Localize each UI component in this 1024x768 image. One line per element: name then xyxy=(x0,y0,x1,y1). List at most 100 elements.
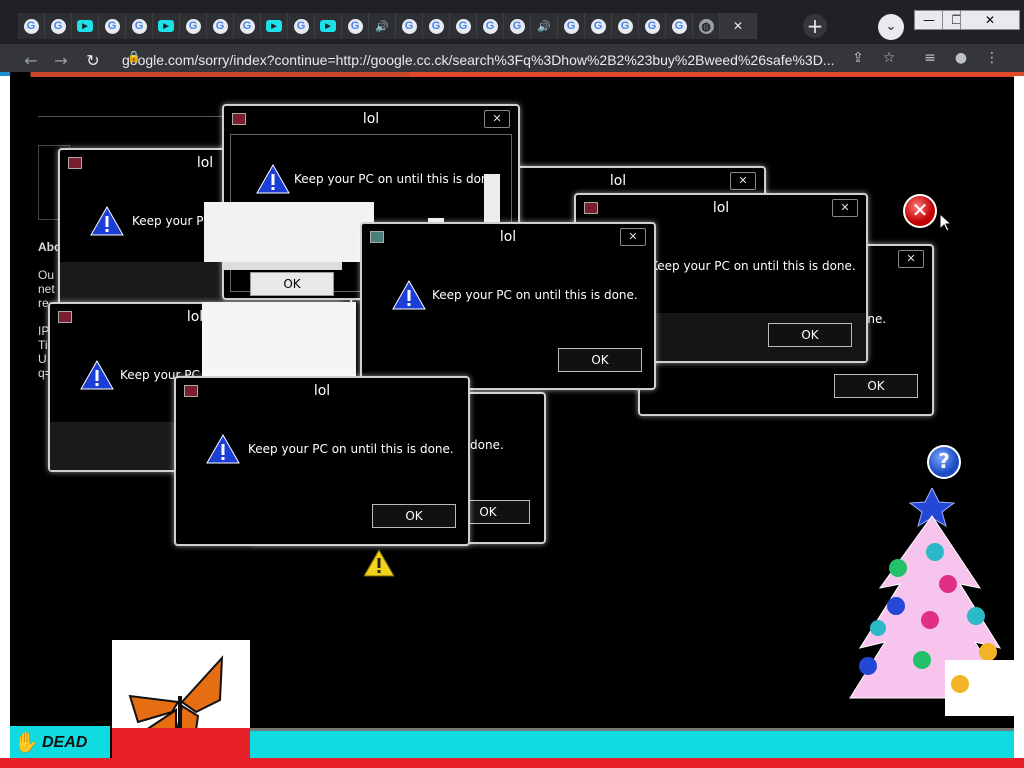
warning-icon xyxy=(80,360,114,390)
globe-icon: ◍ xyxy=(698,18,714,34)
dialog-title: lol xyxy=(313,383,331,399)
close-window-button[interactable]: ✕ xyxy=(960,10,1020,30)
lock-icon[interactable]: 🔒 xyxy=(127,50,141,63)
dialog-message: Keep your PC on until this is done. xyxy=(248,442,454,456)
browser-tab[interactable]: G xyxy=(180,13,207,39)
browser-tab[interactable]: G xyxy=(207,13,234,39)
browser-tab[interactable]: G xyxy=(288,13,315,39)
new-tab-button[interactable]: + xyxy=(803,14,827,38)
help-icon[interactable]: ? xyxy=(927,445,961,479)
browser-tab[interactable]: ▶ xyxy=(72,13,99,39)
browser-tab[interactable]: G xyxy=(639,13,666,39)
browser-tab[interactable]: ▶ xyxy=(315,13,342,39)
warning-icon[interactable] xyxy=(363,549,395,577)
close-icon[interactable]: ✕ xyxy=(832,199,858,217)
dialog-title: lol xyxy=(499,229,517,245)
google-icon: G xyxy=(563,18,579,34)
browser-tab[interactable]: G xyxy=(423,13,450,39)
browser-tab[interactable]: G xyxy=(666,13,693,39)
youtube-icon: ▶ xyxy=(266,20,282,32)
ok-button[interactable]: OK xyxy=(768,323,852,347)
browser-tab[interactable]: G xyxy=(477,13,504,39)
address-input[interactable]: google.com/sorry/index?continue=http://g… xyxy=(122,49,837,71)
dialog-window[interactable]: lol ✕ Keep your PC on until this is done… xyxy=(360,222,656,390)
tab-close-button[interactable]: ✕ xyxy=(720,13,757,39)
google-icon: G xyxy=(401,18,417,34)
google-icon: G xyxy=(617,18,633,34)
browser-tab[interactable]: G xyxy=(396,13,423,39)
browser-tab[interactable]: G xyxy=(342,13,369,39)
warning-icon xyxy=(90,206,124,236)
close-icon[interactable]: ✕ xyxy=(730,172,756,190)
dead-label: DEAD xyxy=(42,734,88,751)
back-icon[interactable]: ← xyxy=(20,50,42,72)
ok-button[interactable]: OK xyxy=(558,348,642,372)
glitch-pane xyxy=(204,202,374,262)
google-icon: G xyxy=(482,18,498,34)
warning-icon xyxy=(392,280,426,310)
close-icon[interactable]: ✕ xyxy=(898,250,924,268)
google-icon: G xyxy=(239,18,255,34)
google-icon: G xyxy=(104,18,120,34)
dialog-window[interactable]: lol Keep your PC on until this is done. … xyxy=(174,376,470,546)
tab-strip: G G ▶ G G ▶ G G G ▶ G ▶ G 🔊 G G G G G 🔊 G G G G G ◍ ✕ + ⌄ — ❐ ✕ xyxy=(0,0,1024,44)
google-icon: G xyxy=(131,18,147,34)
dialog-message: Keep your PC on until this is done. xyxy=(432,288,638,302)
google-icon: G xyxy=(347,18,363,34)
cursor-icon xyxy=(940,214,952,232)
glitch-bar xyxy=(0,72,1024,77)
close-icon[interactable]: ✕ xyxy=(484,110,510,128)
browser-tab[interactable]: ◍ xyxy=(693,13,720,39)
ok-button[interactable]: OK xyxy=(834,374,918,398)
browser-tab[interactable]: G xyxy=(450,13,477,39)
browser-tab[interactable]: G xyxy=(234,13,261,39)
audio-playing-icon: 🔊 xyxy=(537,20,551,33)
warning-icon xyxy=(206,434,240,464)
browser-tab[interactable]: 🔊 xyxy=(531,13,558,39)
ok-button[interactable]: OK xyxy=(250,272,334,296)
glitch-pane xyxy=(222,262,342,270)
browser-tab[interactable]: G xyxy=(585,13,612,39)
close-icon[interactable]: ✕ xyxy=(733,19,743,33)
dialog-message: Keep your PC on until this is done. xyxy=(294,172,500,186)
menu-icon[interactable]: ⋮ xyxy=(982,50,1002,66)
browser-tab[interactable]: G xyxy=(126,13,153,39)
browser-tab[interactable]: ▶ xyxy=(261,13,288,39)
browser-tab[interactable]: G xyxy=(18,13,45,39)
google-icon: G xyxy=(644,18,660,34)
google-icon: G xyxy=(50,18,66,34)
error-icon[interactable]: ✕ xyxy=(903,194,937,228)
browser-tab[interactable]: G xyxy=(558,13,585,39)
browser-tab[interactable]: ▶ xyxy=(153,13,180,39)
media-icon[interactable]: ≡ xyxy=(920,50,940,66)
forward-icon[interactable]: → xyxy=(50,50,72,72)
taskbar-red-block xyxy=(112,728,252,758)
google-icon: G xyxy=(590,18,606,34)
ok-button[interactable]: OK xyxy=(372,504,456,528)
browser-tab[interactable]: G xyxy=(612,13,639,39)
google-icon: G xyxy=(671,18,687,34)
christmas-tree-icon[interactable] xyxy=(840,488,1015,718)
youtube-icon: ▶ xyxy=(320,20,336,32)
google-icon: G xyxy=(455,18,471,34)
youtube-icon: ▶ xyxy=(158,20,174,32)
reload-icon[interactable]: ↻ xyxy=(82,50,104,72)
browser-tab[interactable]: G xyxy=(45,13,72,39)
browser-tab[interactable]: G xyxy=(99,13,126,39)
hand-icon: ✋ xyxy=(14,730,39,754)
google-icon: G xyxy=(509,18,525,34)
minimize-button[interactable]: — xyxy=(914,10,944,30)
warning-icon xyxy=(256,164,290,194)
glitch-edge-left xyxy=(0,76,10,768)
close-icon[interactable]: ✕ xyxy=(620,228,646,246)
browser-tab[interactable]: 🔊 xyxy=(369,13,396,39)
bookmark-star-icon[interactable]: ☆ xyxy=(879,50,899,66)
youtube-icon: ▶ xyxy=(77,20,93,32)
taskbar-cyan-block xyxy=(250,728,1014,761)
share-icon[interactable]: ⇪ xyxy=(848,50,868,66)
tab-search-icon[interactable]: ⌄ xyxy=(878,14,904,40)
browser-tab[interactable]: G xyxy=(504,13,531,39)
tab-list: G G ▶ G G ▶ G G G ▶ G ▶ G 🔊 G G G G G 🔊 G G G G G ◍ ✕ xyxy=(18,13,757,41)
dialog-title: lol xyxy=(362,111,380,127)
profile-icon[interactable]: ● xyxy=(951,50,971,66)
